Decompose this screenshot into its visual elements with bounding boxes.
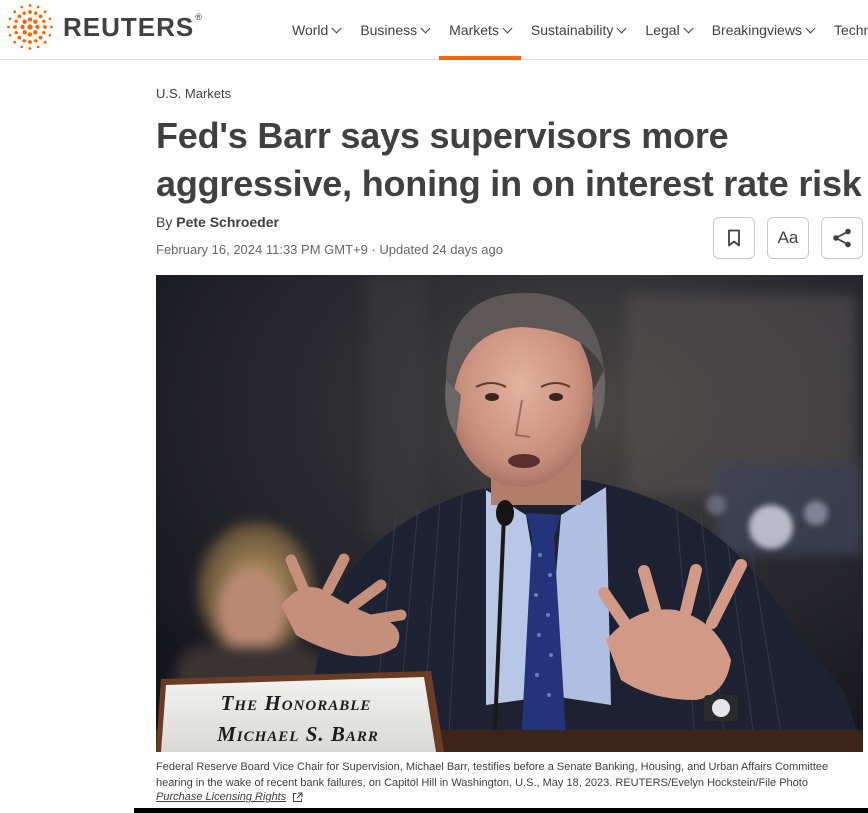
byline-prefix: By — [156, 214, 173, 230]
bookmark-button[interactable] — [713, 217, 755, 259]
nav-technology[interactable]: Techno — [824, 0, 868, 60]
nav-markets[interactable]: Markets — [439, 0, 521, 60]
text-size-button[interactable]: Aa — [767, 217, 809, 259]
section-kicker[interactable]: U.S. Markets — [156, 86, 231, 101]
chevron-down-icon — [616, 23, 627, 33]
caption-line-1: Federal Reserve Board Vice Chair for Sup… — [156, 761, 829, 773]
nav-sustainability[interactable]: Sustainability — [521, 0, 636, 60]
site-header: REUTERS® World Business Markets Sustaina… — [0, 0, 868, 60]
dateline: February 16, 2024 11:33 PM GMT+9 · Updat… — [156, 242, 503, 257]
nav-business[interactable]: Business — [350, 0, 439, 60]
chevron-down-icon — [502, 23, 513, 33]
nav-business-label: Business — [360, 22, 418, 38]
primary-nav: World Business Markets Sustainability Le… — [282, 0, 868, 60]
purchase-licensing-link[interactable]: Purchase Licensing Rights — [156, 791, 303, 803]
nav-technology-label: Techno — [833, 22, 868, 38]
nav-sustainability-label: Sustainability — [530, 22, 614, 38]
nav-breakingviews-label: Breakingviews — [711, 22, 802, 38]
licensing-label: Purchase Licensing Rights — [156, 791, 287, 803]
next-image-edge — [134, 808, 868, 813]
caption-line-2: hearing in the wake of recent bank failu… — [156, 777, 808, 789]
placard-line-1: The Honorable — [221, 691, 372, 715]
chevron-down-icon — [805, 23, 816, 33]
chevron-down-icon — [683, 23, 694, 33]
bookmark-icon — [728, 229, 740, 247]
nav-world-label: World — [292, 22, 329, 38]
photo-caption: Federal Reserve Board Vice Chair for Sup… — [156, 759, 856, 791]
registered-mark: ® — [195, 11, 203, 22]
nav-markets-label: Markets — [449, 22, 499, 38]
chevron-down-icon — [420, 23, 431, 33]
external-link-icon — [293, 792, 303, 802]
byline: By Pete Schroeder — [156, 214, 279, 230]
brand-wordmark: REUTERS® — [63, 11, 203, 42]
text-size-label: Aa — [777, 228, 799, 247]
nav-legal-label: Legal — [645, 22, 680, 38]
author-link[interactable]: Pete Schroeder — [176, 214, 279, 230]
headline-line-1: Fed's Barr says supervisors more — [156, 115, 729, 156]
article-headline: Fed's Barr says supervisors more aggress… — [156, 112, 868, 208]
nav-breakingviews[interactable]: Breakingviews — [702, 0, 824, 60]
placard-line-2: Michael S. Barr — [216, 722, 379, 746]
share-button[interactable] — [821, 217, 863, 259]
share-icon — [833, 228, 851, 248]
reuters-logo-mark-icon — [7, 4, 53, 50]
nav-world[interactable]: World — [282, 0, 350, 60]
headline-line-2: aggressive, honing in on interest rate r… — [156, 163, 862, 204]
nav-legal[interactable]: Legal — [635, 0, 701, 60]
chevron-down-icon — [331, 23, 342, 33]
reuters-logo[interactable]: REUTERS® — [6, 4, 203, 50]
article-photo[interactable]: The Honorable Michael S. Barr — [156, 275, 863, 752]
photo-illustration: The Honorable Michael S. Barr — [156, 275, 863, 752]
